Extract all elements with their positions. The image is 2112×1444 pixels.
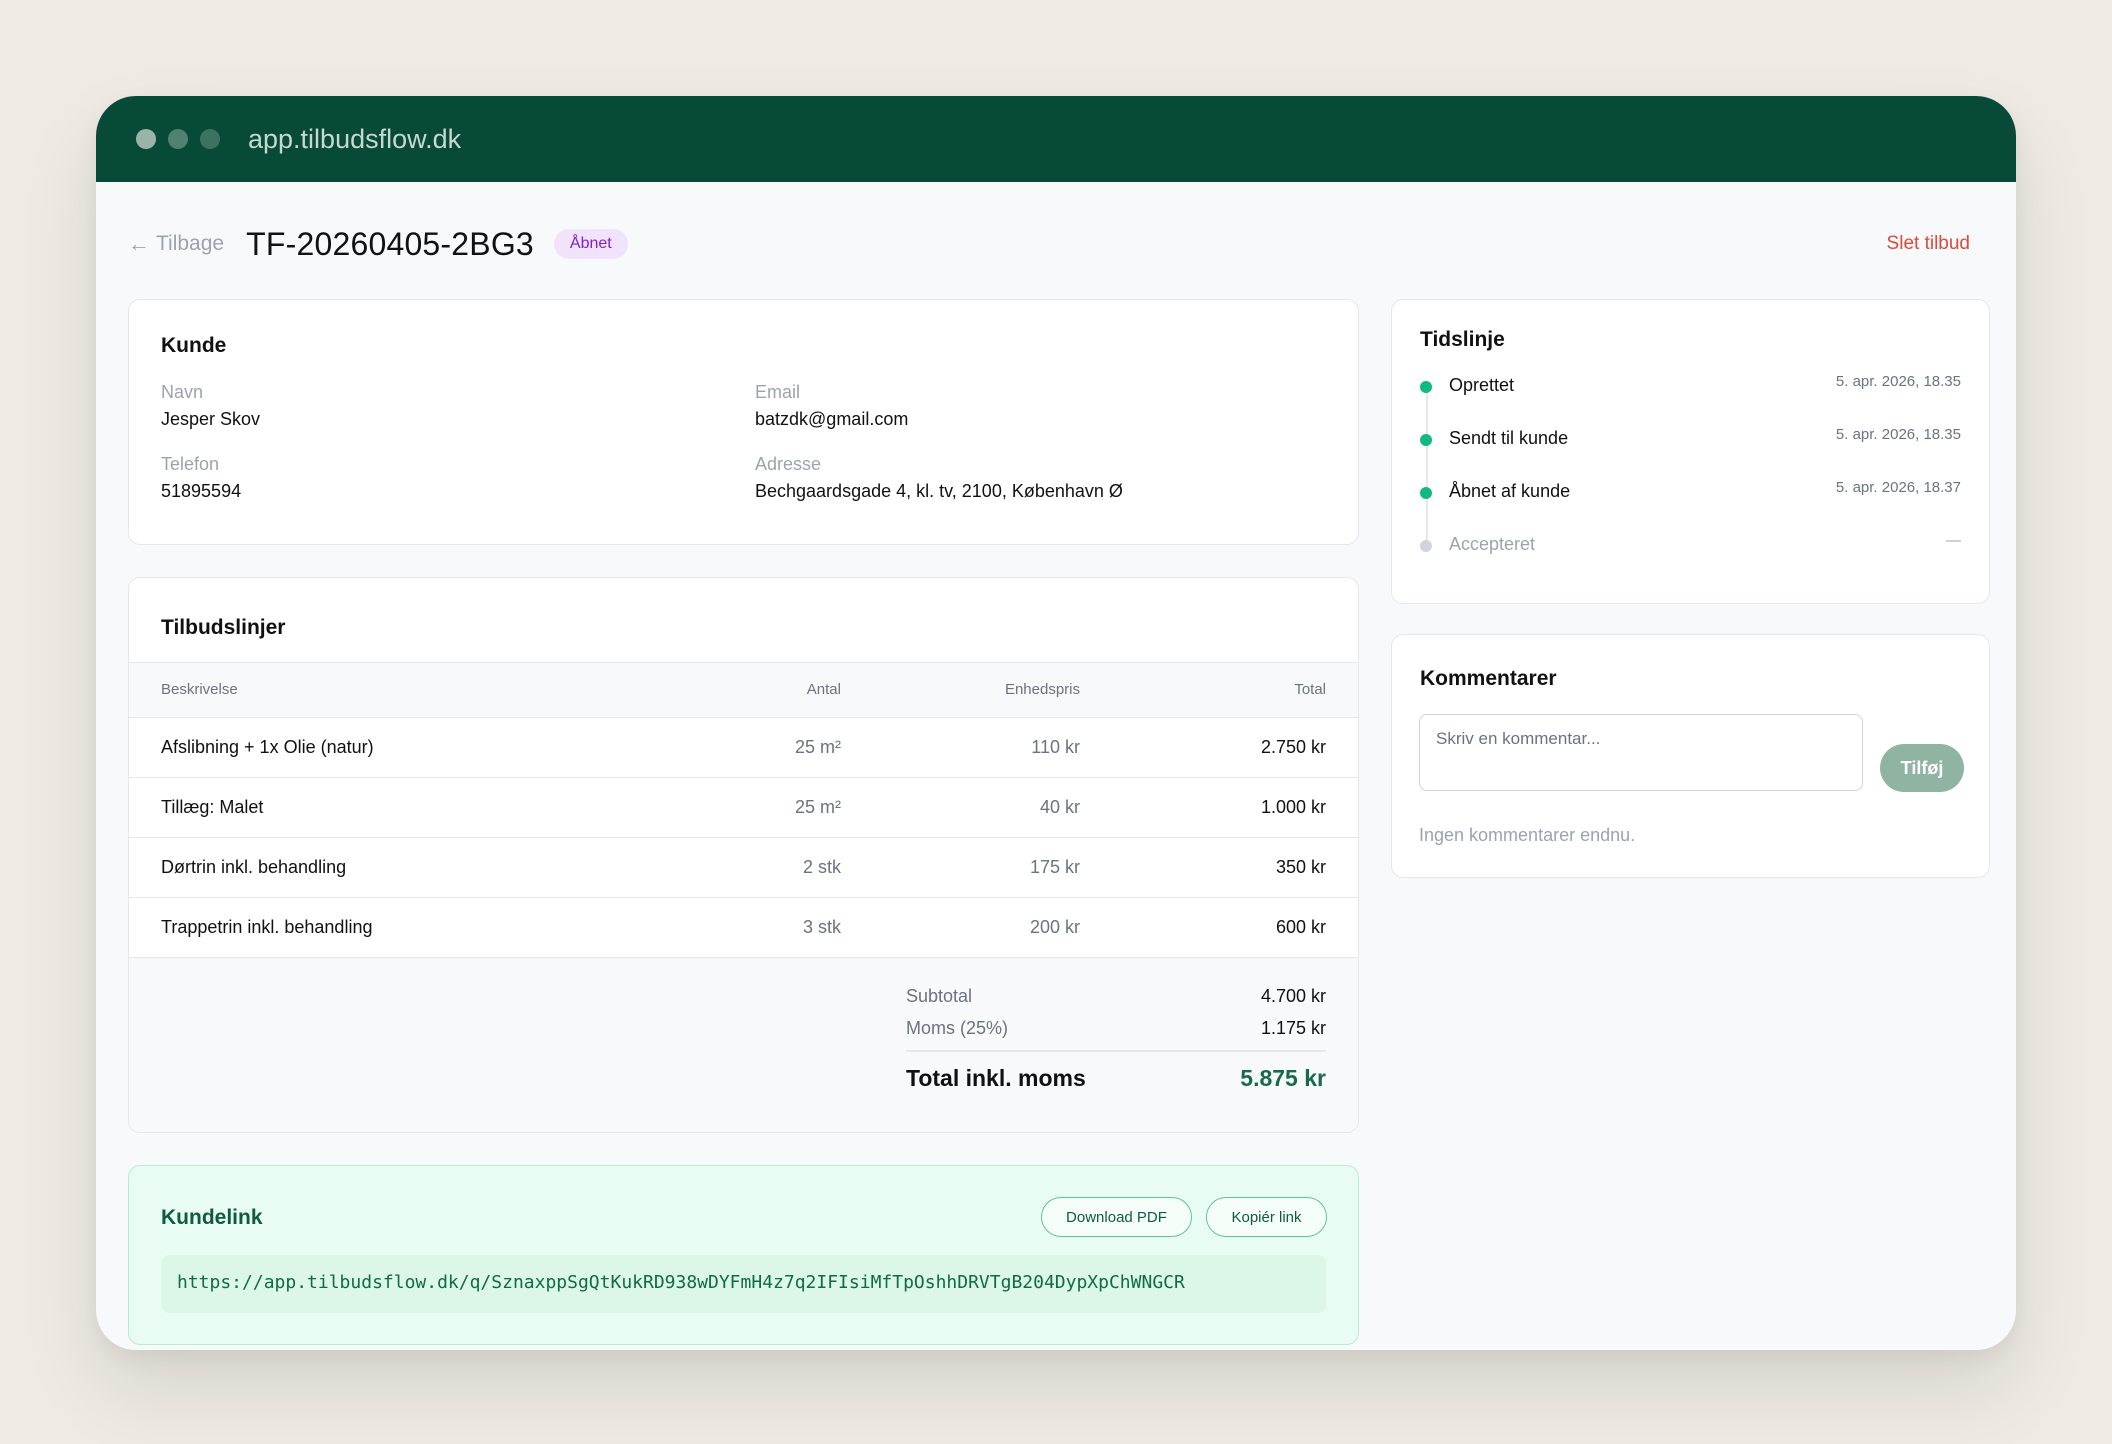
vat-value: 1.175 kr [1260,1018,1326,1038]
copy-link-button[interactable]: Kopiér link [1206,1197,1327,1237]
customer-name-field: Navn Jesper Skov [161,382,755,430]
subtotal-value: 4.700 kr [1260,986,1326,1006]
timeline-event-time: 5. apr. 2026, 18.35 [1835,373,1961,390]
row-description: Tillæg: Malet [161,797,264,817]
customer-link-card: Kundelink Download PDF Kopiér link https… [128,1165,1359,1345]
row-unit-price: 175 kr [1029,857,1080,877]
customer-phone-field: Telefon 51895594 [161,454,755,502]
row-unit-price: 110 kr [1031,737,1080,757]
delete-quote-button[interactable]: Slet tilbud [1887,233,1970,255]
vat-label: Moms (25%) [906,1018,1009,1038]
window-minimize-dot[interactable] [168,129,188,149]
comments-card: Kommentarer Skriv en kommentar... Tilføj… [1391,634,1990,878]
page-header: ← Tilbage TF-20260405-2BG3 Åbnet Slet ti… [128,222,1970,266]
table-header: Beskrivelse Antal Enhedspris Total [129,662,1358,718]
subtotal-row: Subtotal 4.700 kr [906,986,1326,1007]
row-quantity: 25 m² [794,797,841,817]
customer-phone-label: Telefon [161,454,220,474]
row-description: Dørtrin inkl. behandling [161,857,347,877]
timeline-event-label: Accepteret [1449,534,1536,554]
table-row: Trappetrin inkl. behandling 3 stk 200 kr… [129,898,1358,958]
back-label: Tilbage [156,232,225,255]
customer-card: Kunde Navn Jesper Skov Email batzdk@gmai… [128,299,1359,545]
customer-link-url[interactable]: https://app.tilbudsflow.dk/q/SznaxppSgQt… [161,1255,1326,1313]
timeline-event-label: Oprettet [1449,375,1515,395]
row-total: 350 kr [1275,857,1326,877]
status-dot-icon [1420,434,1432,446]
customer-link-title: Kundelink [161,1206,263,1229]
table-row: Tillæg: Malet 25 m² 40 kr 1.000 kr [129,778,1358,838]
status-dot-icon [1420,540,1432,552]
timeline-event-label: Åbnet af kunde [1449,481,1571,501]
status-dot-icon [1420,381,1432,393]
add-comment-button[interactable]: Tilføj [1880,744,1964,792]
arrow-left-icon: ← [128,231,150,256]
customer-email-label: Email [755,382,801,402]
customer-email-value: batzdk@gmail.com [755,409,909,429]
timeline-event: Oprettet 5. apr. 2026, 18.35 [1420,372,1961,402]
subtotal-label: Subtotal [906,986,973,1006]
customer-name-label: Navn [161,382,204,402]
browser-window: app.tilbudsflow.dk ← Tilbage TF-20260405… [96,96,2016,1350]
timeline-event: Sendt til kunde 5. apr. 2026, 18.35 [1420,425,1961,455]
timeline-event-time: 5. apr. 2026, 18.35 [1835,426,1961,443]
window-maximize-dot[interactable] [200,129,220,149]
browser-titlebar: app.tilbudsflow.dk [96,96,2016,182]
quote-lines-title: Tilbudslinjer [161,616,286,639]
totals-section [129,958,1358,1132]
row-description: Trappetrin inkl. behandling [161,917,373,937]
column-header-description: Beskrivelse [161,681,238,698]
row-unit-price: 200 kr [1029,917,1080,937]
timeline-event: Accepteret — [1420,531,1961,561]
customer-address-field: Adresse Bechgaardsgade 4, kl. tv, 2100, … [755,454,1326,502]
table-row: Dørtrin inkl. behandling 2 stk 175 kr 35… [129,838,1358,898]
timeline-event-time: — [1946,532,1961,549]
row-total: 600 kr [1275,917,1326,937]
row-description: Afslibning + 1x Olie (natur) [161,737,374,757]
row-total: 1.000 kr [1260,797,1326,817]
customer-card-title: Kunde [161,334,227,357]
row-quantity: 3 stk [802,917,841,937]
comment-input[interactable]: Skriv en kommentar... [1419,714,1863,791]
row-quantity: 2 stk [802,857,841,877]
timeline-title: Tidslinje [1420,328,1505,351]
column-header-unit-price: Enhedspris [1004,681,1080,698]
comments-title: Kommentarer [1420,667,1557,690]
browser-url[interactable]: app.tilbudsflow.dk [248,124,461,155]
quote-detail-page: ← Tilbage TF-20260405-2BG3 Åbnet Slet ti… [96,182,2016,1350]
timeline-connector [1426,392,1428,550]
status-dot-icon [1420,487,1432,499]
timeline-event-time: 5. apr. 2026, 18.37 [1835,479,1961,496]
quote-lines-card: Tilbudslinjer Beskrivelse Antal Enhedspr… [128,577,1359,1133]
status-badge: Åbnet [553,229,628,259]
totals-divider [906,1050,1326,1052]
row-quantity: 25 m² [794,737,841,757]
page-title: TF-20260405-2BG3 [246,225,534,262]
row-total: 2.750 kr [1260,737,1326,757]
grand-total-label: Total inkl. moms [906,1065,1086,1091]
customer-name-value: Jesper Skov [161,409,261,429]
grand-total-value: 5.875 kr [1240,1065,1326,1091]
customer-address-label: Adresse [755,454,822,474]
customer-email-field: Email batzdk@gmail.com [755,382,1326,430]
customer-phone-value: 51895594 [161,481,242,501]
timeline-event: Åbnet af kunde 5. apr. 2026, 18.37 [1420,478,1961,508]
column-header-total: Total [1294,681,1326,698]
window-close-dot[interactable] [136,129,156,149]
timeline-event-label: Sendt til kunde [1449,428,1569,448]
grand-total-row: Total inkl. moms 5.875 kr [906,1065,1326,1092]
timeline-card: Tidslinje Oprettet 5. apr. 2026, 18.35 S… [1391,299,1990,604]
back-link[interactable]: ← Tilbage [128,231,224,257]
table-row: Afslibning + 1x Olie (natur) 25 m² 110 k… [129,718,1358,778]
row-unit-price: 40 kr [1039,797,1080,817]
column-header-quantity: Antal [806,681,841,698]
download-pdf-button[interactable]: Download PDF [1041,1197,1192,1237]
comments-empty-text: Ingen kommentarer endnu. [1419,825,1636,845]
customer-address-value: Bechgaardsgade 4, kl. tv, 2100, Københav… [755,481,1123,501]
vat-row: Moms (25%) 1.175 kr [906,1018,1326,1039]
